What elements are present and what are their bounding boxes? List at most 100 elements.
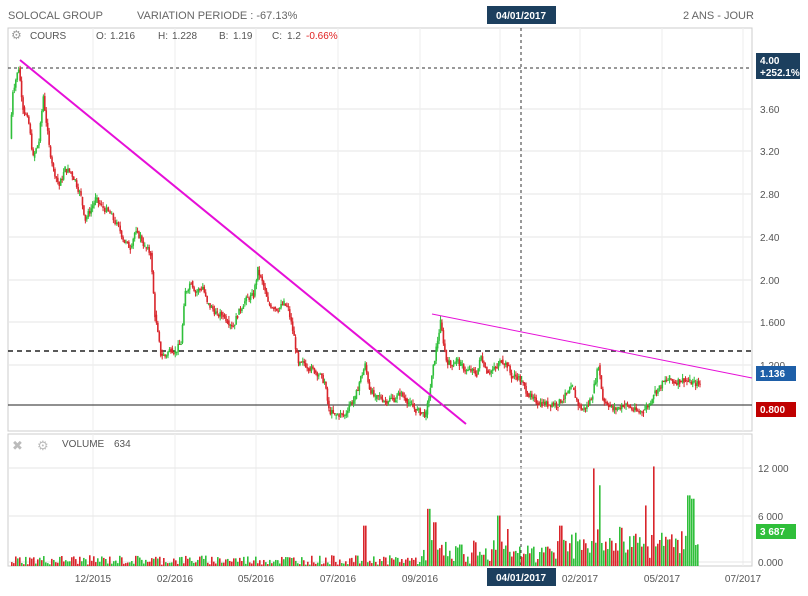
trendline-main[interactable] xyxy=(19,59,467,425)
candle-body xyxy=(209,303,211,308)
candle-body xyxy=(257,266,259,281)
candle-body xyxy=(336,414,339,416)
volume-tick-label: 0.000 xyxy=(758,558,783,569)
volume-bar xyxy=(467,556,469,566)
candle-body xyxy=(16,72,19,80)
volume-bar xyxy=(249,562,251,566)
candle-body xyxy=(242,306,245,309)
volume-bar xyxy=(491,549,493,566)
gear-icon[interactable]: ⚙ xyxy=(37,438,49,453)
volume-bar xyxy=(651,534,653,566)
close-icon[interactable]: ✖ xyxy=(12,438,23,453)
candle-body xyxy=(591,396,594,400)
candle-body xyxy=(39,122,42,141)
volume-bar xyxy=(181,556,183,566)
volume-bar xyxy=(581,549,583,566)
volume-bar xyxy=(683,549,685,566)
candle-body xyxy=(467,369,469,371)
candle-body xyxy=(358,382,361,391)
candle-body xyxy=(152,271,155,294)
volume-bar xyxy=(629,536,631,566)
volume-bar xyxy=(603,550,605,566)
candle-body xyxy=(320,373,323,375)
volume-bar xyxy=(649,557,651,566)
candle-body xyxy=(277,310,279,312)
volume-bar xyxy=(691,498,693,566)
candle-body xyxy=(309,367,311,371)
candle-body xyxy=(384,400,387,402)
volume-bar xyxy=(75,559,77,566)
candle-body xyxy=(236,315,239,318)
volume-bar xyxy=(397,557,399,566)
volume-bar xyxy=(625,552,627,566)
candle-body xyxy=(618,407,620,409)
candle-body xyxy=(642,412,645,414)
candle-body xyxy=(13,87,16,91)
volume-bar xyxy=(513,551,515,566)
volume-bar xyxy=(605,541,607,566)
volume-bar xyxy=(219,558,221,566)
volume-bar xyxy=(285,557,287,566)
volume-bar xyxy=(247,556,249,566)
volume-bar xyxy=(63,561,65,566)
period-label[interactable]: 2 ANS - JOUR xyxy=(683,10,754,22)
volume-bar xyxy=(519,546,521,566)
volume-bar xyxy=(171,562,173,566)
candle-body xyxy=(377,395,379,397)
candle-body xyxy=(22,97,24,110)
candle-body xyxy=(28,116,30,124)
ohlc-high-value: 1.228 xyxy=(172,31,197,42)
candle-body xyxy=(86,217,88,220)
volume-bar xyxy=(329,564,331,566)
volume-bar xyxy=(317,562,319,566)
ohlc-open-value: 1.216 xyxy=(110,31,135,42)
candle-body xyxy=(419,408,422,416)
volume-bar xyxy=(541,547,543,566)
volume-bar xyxy=(273,561,275,566)
candle-body xyxy=(454,362,456,365)
last-price: 1.136 xyxy=(760,369,785,380)
volume-bar xyxy=(355,555,357,566)
volume-bar xyxy=(83,557,85,566)
volume-bar xyxy=(189,557,191,566)
candle-body xyxy=(386,401,388,404)
volume-bar xyxy=(89,555,91,566)
candle-body xyxy=(354,395,356,401)
candle-body xyxy=(402,392,404,397)
volume-bar xyxy=(655,546,657,566)
support-value: 0.800 xyxy=(760,405,785,416)
volume-bar xyxy=(207,562,209,566)
candle-body xyxy=(120,230,123,238)
volume-bar xyxy=(281,556,283,566)
volume-bar xyxy=(129,562,131,566)
volume-bar xyxy=(79,556,81,566)
volume-bar xyxy=(665,536,667,566)
candle-body xyxy=(32,149,34,156)
gear-icon[interactable]: ⚙ xyxy=(11,28,22,42)
candle-body xyxy=(294,337,297,350)
candle-body xyxy=(612,406,614,411)
candle-body xyxy=(329,410,332,415)
candle-body xyxy=(80,191,82,196)
candle-body xyxy=(207,303,210,305)
candle-body xyxy=(610,406,613,408)
candle-body xyxy=(283,300,285,305)
candle-body xyxy=(216,311,219,313)
candle-body xyxy=(20,80,23,98)
candle-body xyxy=(552,403,555,406)
x-tick-label: 07/2017 xyxy=(725,574,762,585)
candle-body xyxy=(413,407,416,409)
candle-body xyxy=(268,303,271,305)
volume-bar xyxy=(343,563,345,566)
candle-body xyxy=(683,378,685,383)
volume-bar xyxy=(671,534,673,566)
candle-body xyxy=(25,113,27,115)
candle-body xyxy=(410,403,413,405)
candle-body xyxy=(278,307,281,310)
candle-body xyxy=(648,403,651,408)
volume-bar xyxy=(493,540,495,566)
candle-body xyxy=(93,202,95,206)
candle-body xyxy=(291,321,294,331)
volume-bar xyxy=(169,562,171,566)
candle-body xyxy=(58,181,61,186)
